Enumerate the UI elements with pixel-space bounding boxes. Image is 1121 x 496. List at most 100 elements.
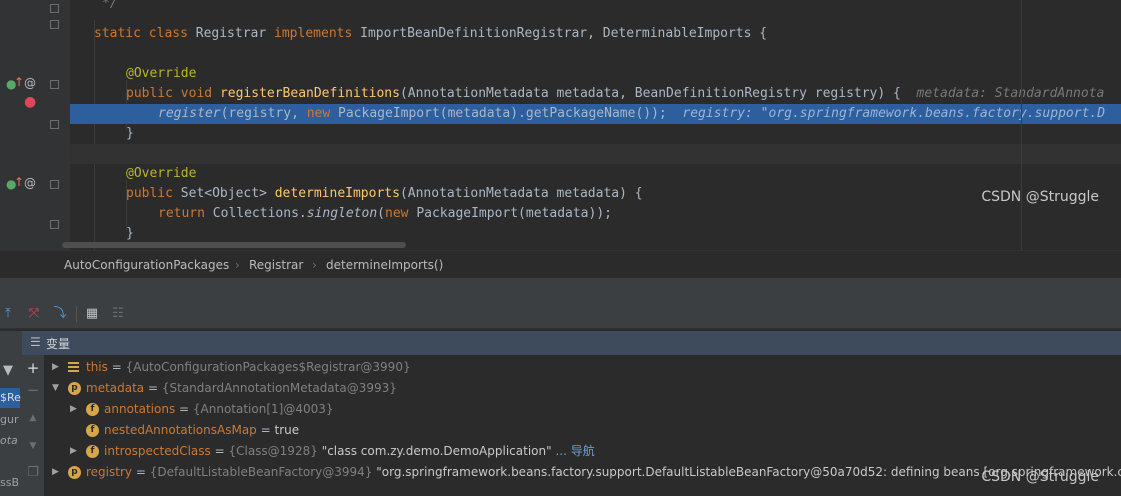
variables-tree: ▶ this = {AutoConfigurationPackages$Regi… [44, 355, 1121, 496]
debug-panel-gap [0, 278, 1121, 300]
field-list-icon [68, 362, 79, 372]
copy-icon[interactable]: ❐ [25, 465, 41, 481]
breadcrumb-item-method[interactable]: determineImports() [326, 258, 443, 272]
variable-name: introspectedClass [104, 444, 211, 458]
drop-frame-icon[interactable]: ⤧ [26, 306, 42, 322]
variable-value: {StandardAnnotationMetadata@3993} [161, 381, 397, 395]
code-token: (registry, [220, 106, 307, 121]
code-line[interactable]: static class Registrar implements Import… [70, 24, 1121, 44]
fold-marker[interactable] [50, 4, 59, 13]
expand-arrow-icon[interactable]: ▶ [70, 441, 77, 462]
code-line[interactable]: @Override [70, 164, 1121, 184]
code-token: implements [274, 26, 361, 41]
watermark: CSDN @Struggle [981, 469, 1099, 485]
frame-fragment: gur [0, 413, 19, 426]
step-out-icon[interactable]: ⤒ [0, 306, 16, 322]
frame-fragment: $Re [0, 391, 21, 404]
annotation-at-icon: @ [24, 76, 36, 90]
code-line-current-breakpoint[interactable]: register(registry, new PackageImport(met… [70, 104, 1121, 124]
run-to-cursor-icon[interactable]: ⤵ [52, 306, 68, 322]
code-token: */ [102, 0, 118, 11]
variable-row[interactable]: ▼ p metadata = {StandardAnnotationMetada… [44, 378, 1121, 399]
code-token: static class [94, 26, 196, 41]
move-down-icon[interactable]: ▼ [25, 438, 41, 454]
code-line[interactable]: public Set<Object> determineImports(Anno… [70, 184, 1121, 204]
variable-name: metadata [86, 381, 145, 395]
variables-panel-title: 变量 [46, 337, 71, 351]
variables-side-toolbar: + − ▲ ▼ ❐ [22, 355, 44, 496]
code-line[interactable] [70, 144, 1121, 164]
breakpoint-icon[interactable]: ● [24, 95, 36, 109]
code-token: new [306, 106, 339, 121]
editor-gutter[interactable]: ● ↑ @ ● ● ↑ @ [0, 0, 70, 250]
variables-panel-header: ☰ 变量 [22, 331, 1121, 355]
code-line[interactable]: } [70, 124, 1121, 144]
code-line[interactable]: @Override [70, 64, 1121, 84]
fold-marker[interactable] [50, 20, 59, 29]
code-token: void [180, 86, 220, 101]
variable-value: {DefaultListableBeanFactory@3994} [149, 465, 373, 479]
expand-arrow-icon[interactable]: ▶ [70, 399, 77, 420]
right-margin-guide [1021, 0, 1022, 250]
remove-watch-icon[interactable]: − [25, 382, 41, 398]
code-token: Registrar [195, 26, 275, 41]
fold-marker[interactable] [50, 180, 59, 189]
parameter-icon: p [68, 382, 81, 395]
fold-marker[interactable] [50, 80, 59, 89]
code-token: public [126, 186, 181, 201]
menu-icon[interactable]: ☰ [30, 335, 41, 349]
code-token: new [385, 206, 417, 221]
variable-name: this [86, 360, 108, 374]
code-token: Set<Object> [180, 186, 275, 201]
variable-name: nestedAnnotationsAsMap [104, 423, 257, 437]
fold-marker[interactable] [50, 220, 59, 229]
code-token: } [126, 126, 134, 141]
code-line[interactable] [70, 44, 1121, 64]
variable-row[interactable]: ▶ this = {AutoConfigurationPackages$Regi… [44, 357, 1121, 378]
variable-row[interactable]: f nestedAnnotationsAsMap = true [44, 420, 1121, 441]
frame-fragment: ssB [0, 476, 20, 489]
code-line[interactable]: */ [70, 0, 1121, 14]
variable-row[interactable]: ▶ f annotations = {Annotation[1]@4003} [44, 399, 1121, 420]
breadcrumb-separator: › [312, 258, 317, 272]
variable-value: {AutoConfigurationPackages$Registrar@399… [125, 360, 411, 374]
breadcrumb-item-class[interactable]: AutoConfigurationPackages [64, 258, 229, 272]
breadcrumb: AutoConfigurationPackages › Registrar › … [0, 250, 1121, 279]
trace-table-icon[interactable]: ☷ [110, 306, 126, 322]
code-token: register [158, 106, 221, 121]
variable-row[interactable]: ▶ p registry = {DefaultListableBeanFacto… [44, 462, 1121, 483]
horizontal-scrollbar[interactable] [62, 242, 406, 248]
code-token: @Override [126, 66, 197, 81]
override-up-icon[interactable]: ↑ [14, 75, 24, 89]
variable-name: registry [86, 465, 132, 479]
add-watch-icon[interactable]: + [25, 360, 41, 376]
breadcrumb-item-inner-class[interactable]: Registrar [249, 258, 303, 272]
code-token: registerBeanDefinitions [219, 86, 400, 101]
field-icon: f [86, 445, 99, 458]
move-up-icon[interactable]: ▲ [25, 410, 41, 426]
code-token: PackageImport(metadata).getPackageName()… [338, 106, 683, 121]
code-token: registry: "org.springframework.beans.fac… [682, 106, 1106, 121]
filter-icon[interactable]: ▼ [0, 363, 16, 379]
code-line[interactable]: public void registerBeanDefinitions(Anno… [70, 84, 1121, 104]
navigate-link[interactable]: ... 导航 [555, 444, 594, 458]
evaluate-table-icon[interactable]: ▦ [84, 306, 100, 322]
expand-arrow-icon[interactable]: ▶ [52, 357, 59, 378]
parameter-icon: p [68, 466, 81, 479]
code-editor[interactable]: */ static class Registrar implements Impo… [70, 0, 1121, 250]
field-icon: f [86, 424, 99, 437]
override-up-icon[interactable]: ↑ [14, 175, 24, 189]
code-line[interactable]: } [70, 224, 1121, 244]
variable-value: {Annotation[1]@4003} [192, 402, 334, 416]
variable-row[interactable]: ▶ f introspectedClass = {Class@1928} "cl… [44, 441, 1121, 462]
variable-name: annotations [104, 402, 176, 416]
fold-marker[interactable] [50, 120, 59, 129]
code-line[interactable]: return Collections.singleton(new Package… [70, 204, 1121, 224]
expand-arrow-icon[interactable]: ▶ [52, 462, 59, 483]
collapse-arrow-icon[interactable]: ▼ [52, 378, 59, 399]
code-token: public [126, 86, 181, 101]
code-token: (AnnotationMetadata metadata, BeanDefini… [399, 86, 917, 101]
code-token: return [158, 206, 213, 221]
code-token: ImportBeanDefinitionRegistrar, Determina… [360, 26, 768, 41]
breadcrumb-separator: › [235, 258, 240, 272]
